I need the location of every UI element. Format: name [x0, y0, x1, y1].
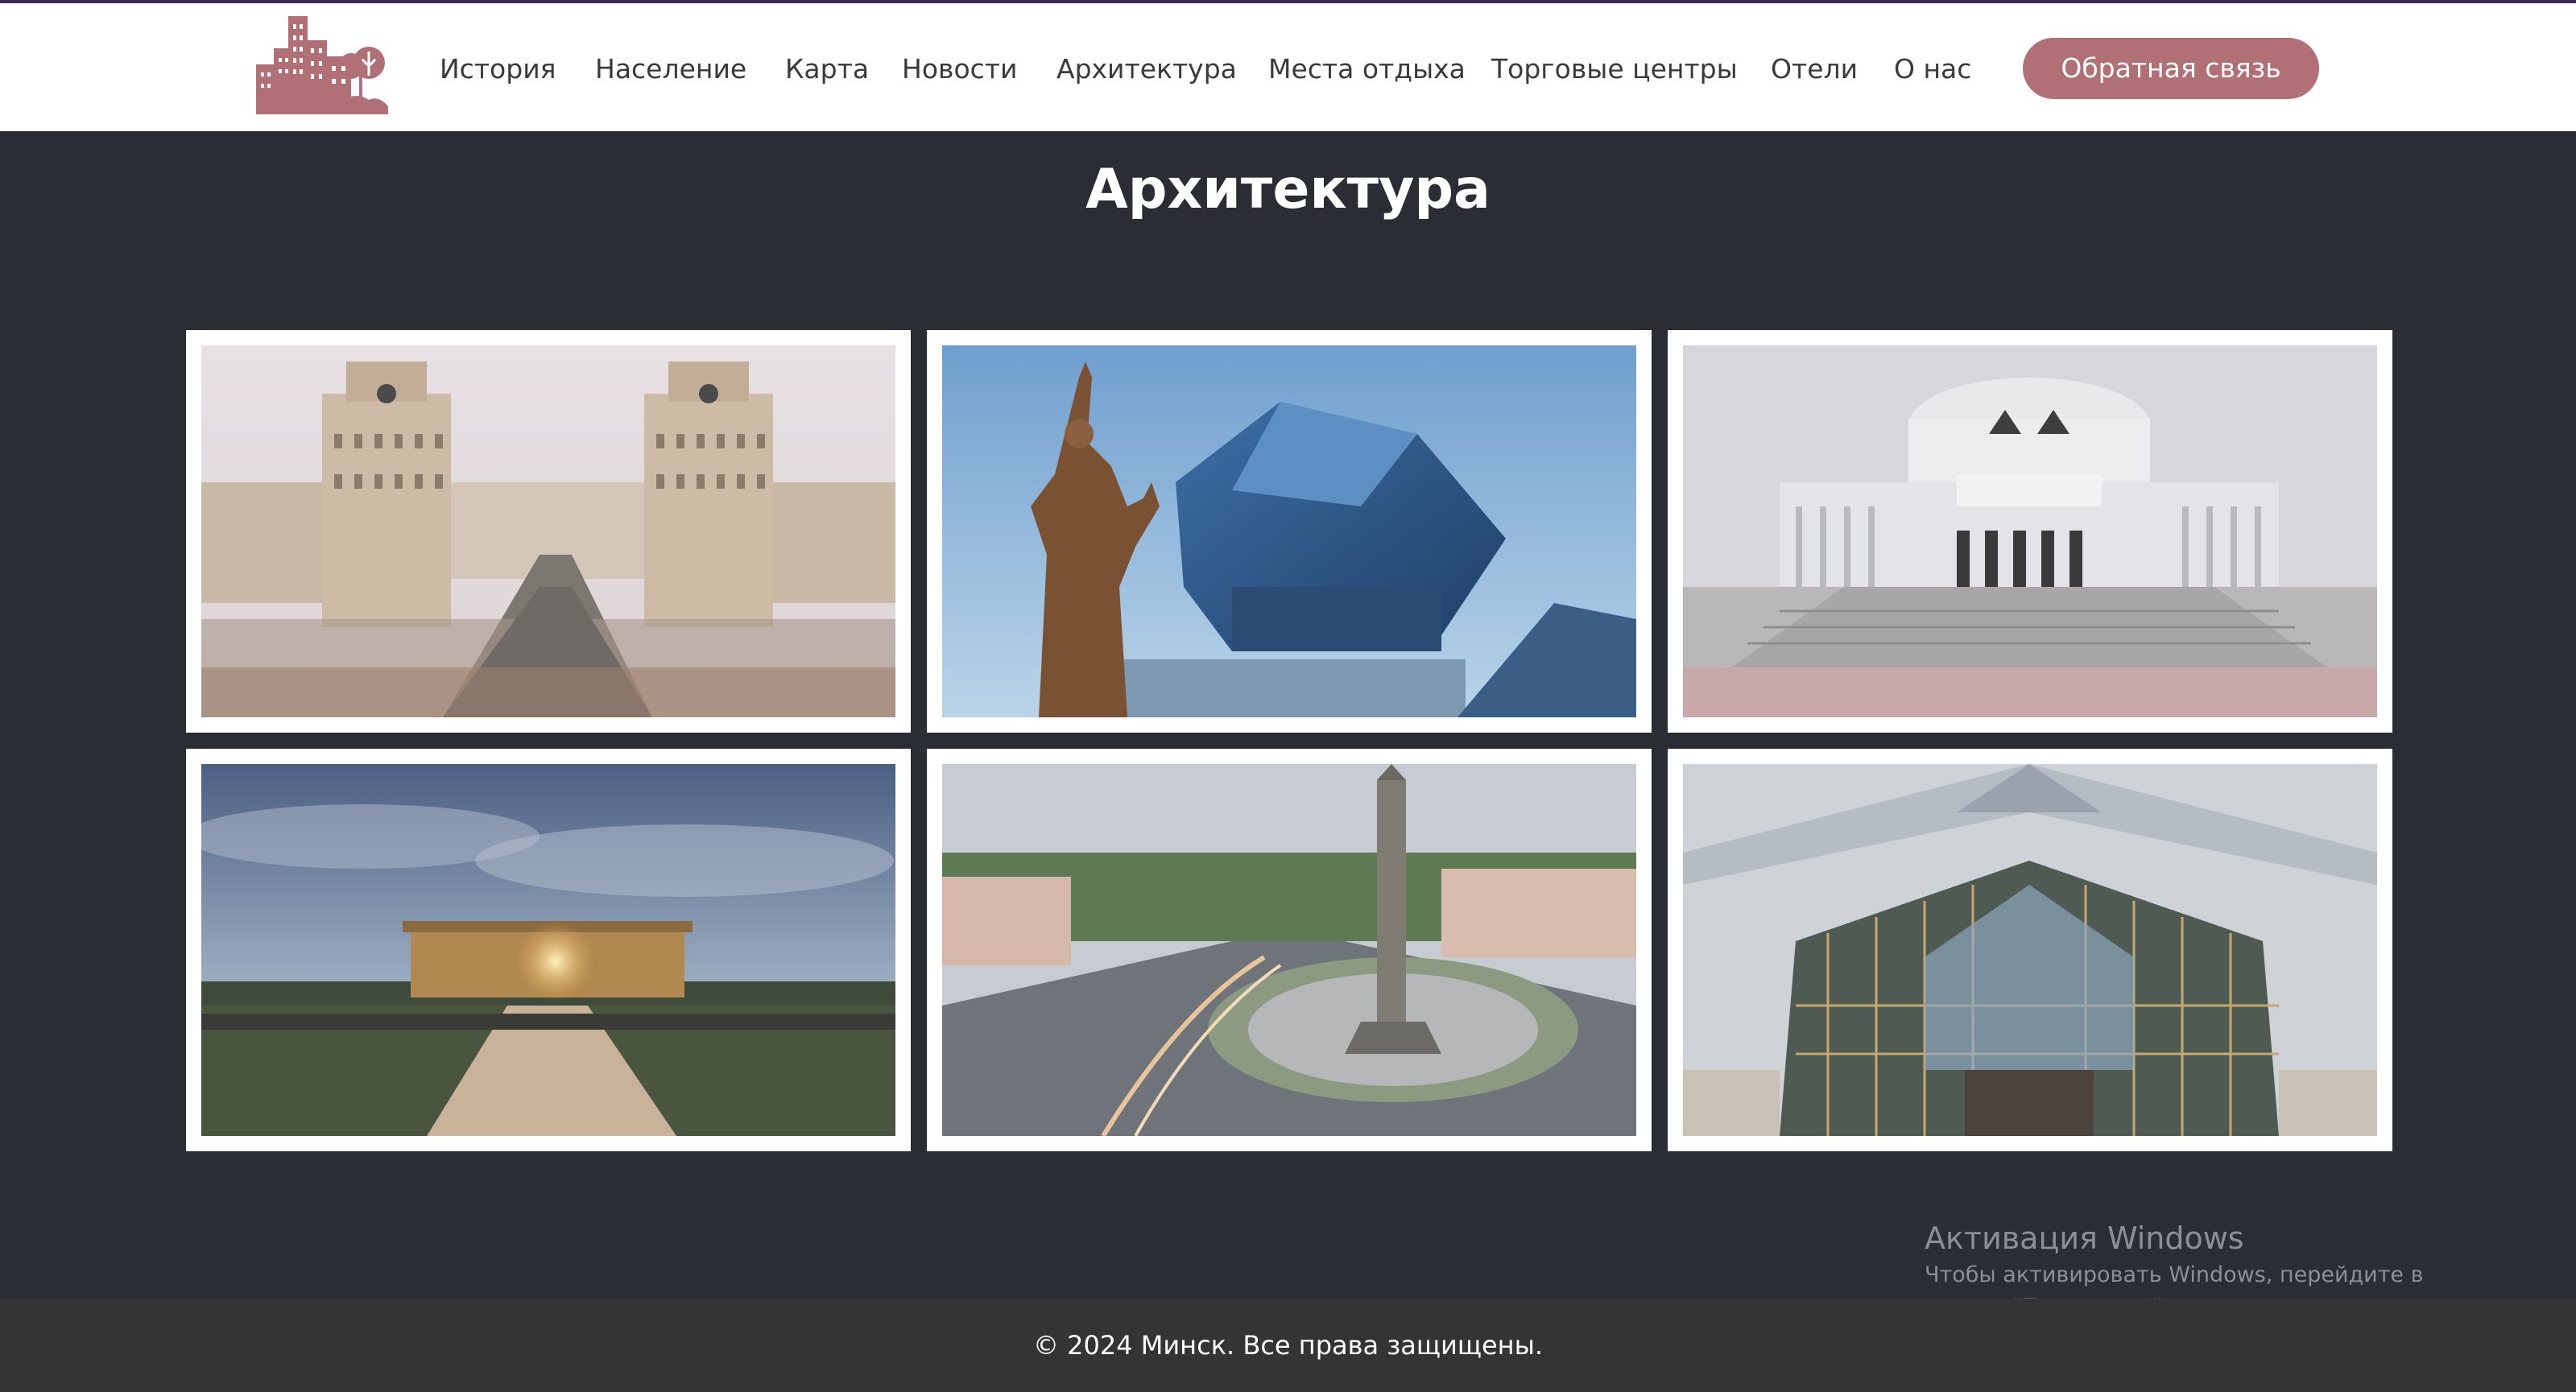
nav-item-leisure[interactable]: Места отдыха	[1268, 52, 1466, 87]
nav-item-news[interactable]: Новости	[902, 52, 1017, 87]
feedback-button[interactable]: Обратная связь	[2023, 38, 2319, 99]
nav-item-architecture[interactable]: Архитектура	[1056, 52, 1237, 87]
opera-theatre-photo	[1683, 345, 2377, 717]
independence-palace-photo	[201, 764, 895, 1136]
gallery-card-6[interactable]	[1668, 749, 2392, 1151]
gallery-card-1[interactable]	[186, 330, 911, 733]
victory-square-photo	[942, 764, 1636, 1136]
gallery-card-4[interactable]	[186, 749, 911, 1151]
footer-copyright: © 2024 Минск. Все права защищены.	[1032, 1330, 1543, 1361]
station-gates-photo	[201, 345, 895, 717]
gallery-card-5[interactable]	[927, 749, 1652, 1151]
nav-item-about[interactable]: О нас	[1894, 52, 1971, 87]
site-header: История Население Карта Новости Архитект…	[0, 3, 2576, 131]
nav-item-history[interactable]: История	[440, 52, 556, 87]
gallery-card-3[interactable]	[1668, 330, 2392, 733]
nav-item-population[interactable]: Население	[595, 52, 746, 87]
railway-station-photo	[1683, 764, 2377, 1136]
gallery-card-2[interactable]	[927, 330, 1652, 733]
site-footer: © 2024 Минск. Все права защищены.	[0, 1299, 2576, 1392]
nav-item-hotels[interactable]: Отели	[1771, 52, 1858, 87]
national-library-photo	[942, 345, 1636, 717]
page-title: Архитектура	[1085, 158, 1491, 221]
activation-title: Активация Windows	[1925, 1221, 2244, 1256]
nav-item-malls[interactable]: Торговые центры	[1491, 52, 1738, 87]
nav-item-map[interactable]: Карта	[785, 52, 869, 87]
